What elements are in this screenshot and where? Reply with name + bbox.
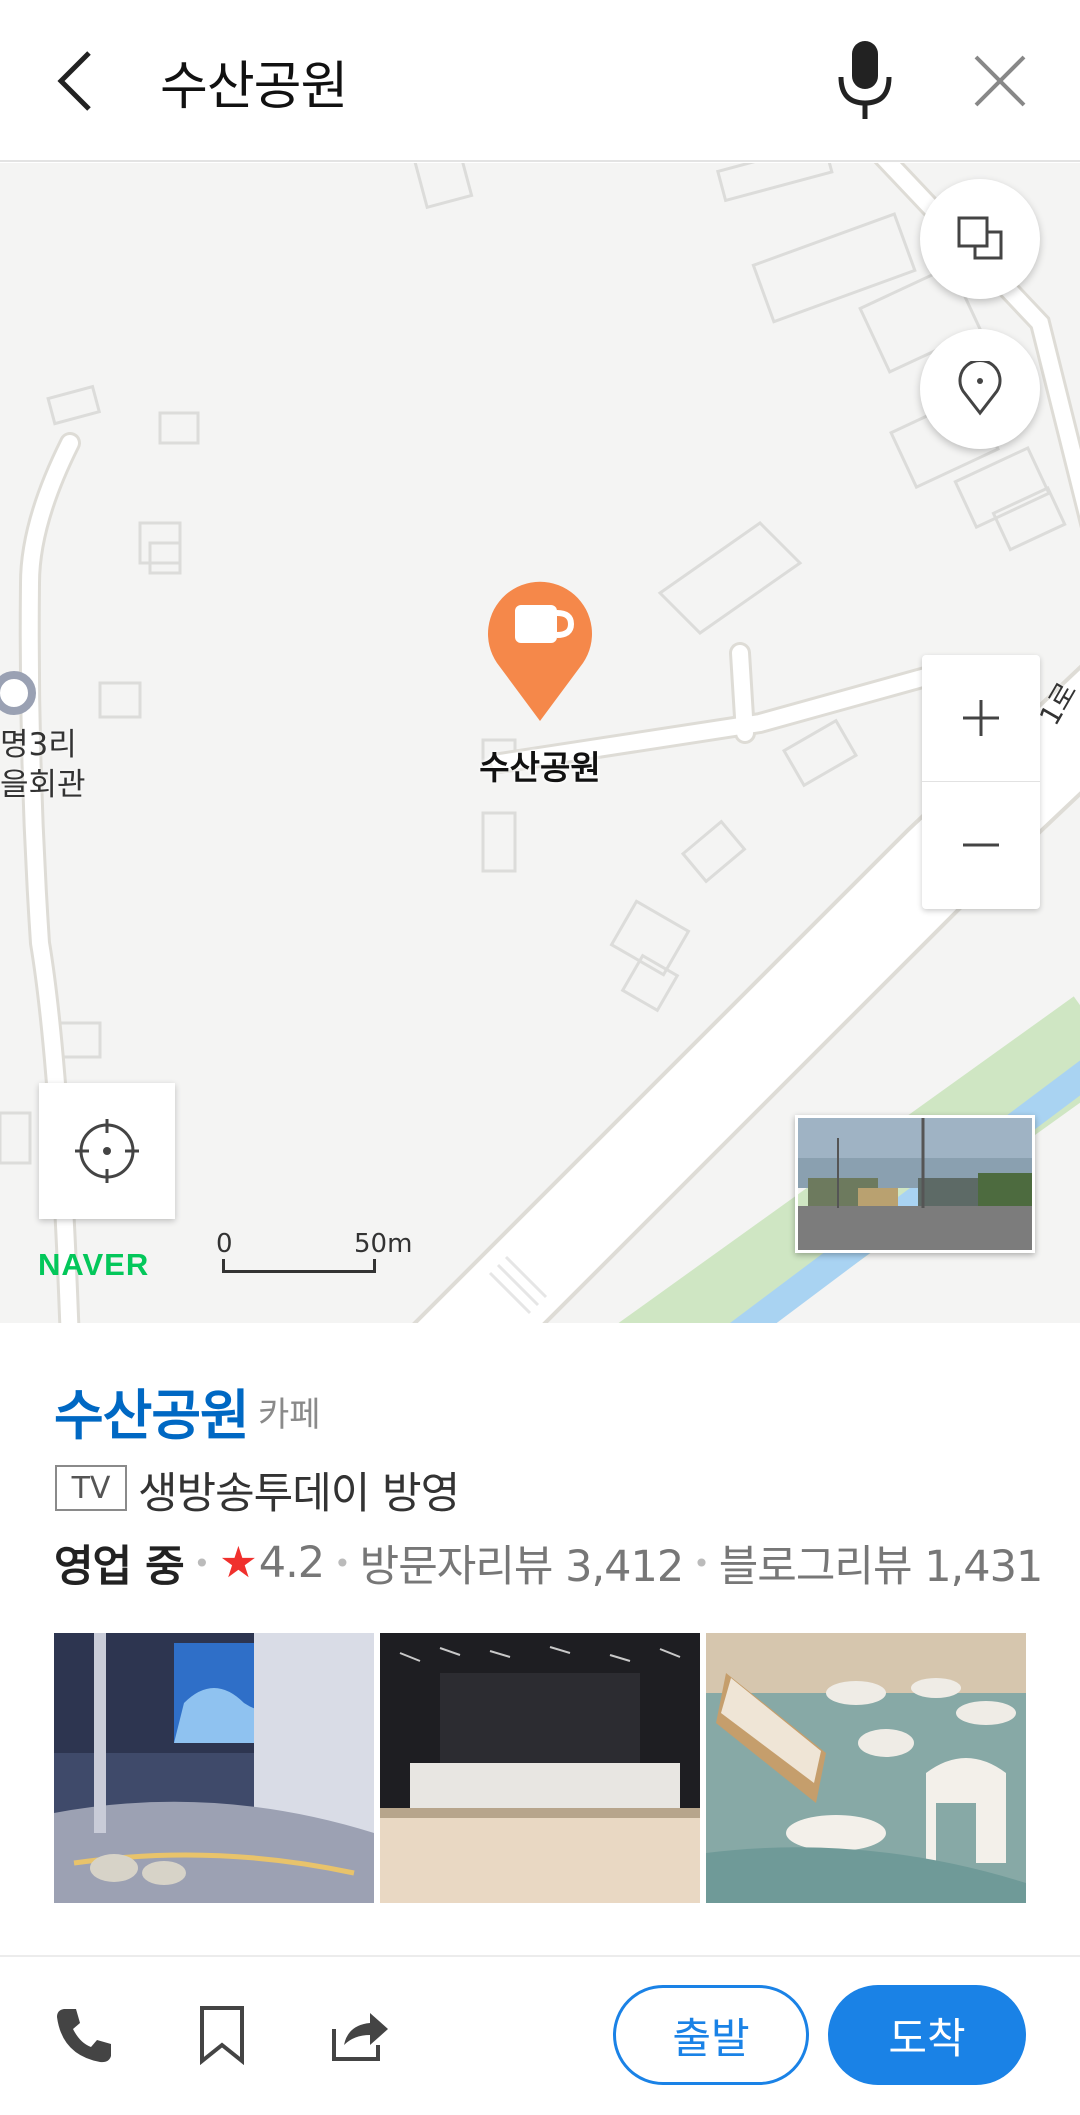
photo-interior-3 [706, 1633, 1026, 1903]
rating-value: 4.2 [258, 1538, 325, 1588]
map-scale: 0 50m [216, 1229, 412, 1279]
zoom-in-button[interactable] [922, 655, 1040, 781]
street-view-thumbnail[interactable] [795, 1115, 1035, 1253]
arrive-button[interactable]: 도착 [828, 1985, 1026, 2085]
place-photo[interactable] [54, 1633, 374, 1903]
crosshair-icon [75, 1119, 139, 1183]
star-icon: ★ [219, 1538, 258, 1588]
back-button[interactable] [40, 38, 110, 124]
search-query[interactable]: 수산공원 [160, 44, 348, 119]
separator-dot: • [334, 1546, 350, 1580]
place-photo[interactable] [380, 1633, 700, 1903]
marker-label: 수산공원 [479, 748, 601, 787]
close-icon [974, 55, 1026, 107]
street-view-image [798, 1118, 1032, 1250]
voice-search-button[interactable] [820, 36, 910, 126]
map-layers-button[interactable] [920, 179, 1040, 299]
poi-label-line1: 명3리 [0, 727, 77, 763]
photo-interior-1 [54, 1633, 374, 1903]
phone-icon [57, 2009, 111, 2063]
place-category: 카페 [258, 1395, 321, 1435]
visitor-reviews[interactable]: 방문자리뷰 3,412 [360, 1532, 685, 1594]
location-pin-icon [958, 361, 1002, 416]
minus-icon [963, 843, 999, 847]
separator-dot: • [693, 1546, 709, 1580]
place-marker[interactable] [483, 573, 597, 723]
action-bar: 출발 도착 [0, 1957, 1080, 2115]
chevron-left-icon [57, 51, 91, 111]
place-name[interactable]: 수산공원 [54, 1371, 250, 1450]
my-place-button[interactable] [920, 329, 1040, 449]
blog-reviews[interactable]: 블로그리뷰 1,431 [719, 1532, 1044, 1594]
microphone-icon [838, 41, 892, 119]
naver-logo: NAVER [38, 1247, 150, 1282]
share-icon [332, 2013, 388, 2061]
tv-appearance: 생방송투데이 방영 [138, 1469, 460, 1519]
share-button[interactable] [322, 1997, 398, 2073]
coffee-cup-icon [488, 581, 592, 721]
plus-icon [963, 700, 999, 736]
place-photo[interactable] [706, 1633, 1026, 1903]
call-button[interactable] [46, 1997, 122, 2073]
place-info-panel: 수산공원 카페 TV 생방송투데이 방영 영업 중 • ★ 4.2 • 방문자리… [0, 1325, 1080, 1957]
search-header: 수산공원 [0, 0, 1080, 162]
scale-max-label: 50m [354, 1229, 413, 1259]
scale-min-label: 0 [216, 1229, 233, 1259]
current-location-button[interactable] [39, 1083, 175, 1219]
business-status: 영업 중 [54, 1542, 185, 1592]
bookmark-icon [200, 2006, 244, 2065]
clear-search-button[interactable] [955, 36, 1045, 126]
save-button[interactable] [184, 1997, 260, 2073]
scale-bar [222, 1259, 376, 1273]
zoom-controls [922, 655, 1040, 909]
place-meta: 영업 중 • ★ 4.2 • 방문자리뷰 3,412 • 블로그리뷰 1,431 [54, 1532, 1044, 1594]
photo-strip [54, 1633, 1026, 1903]
separator-dot: • [193, 1546, 210, 1580]
tv-badge: TV [55, 1465, 127, 1511]
layers-icon [957, 216, 1003, 260]
poi-label-line2: 을회관 [0, 767, 86, 803]
depart-button[interactable]: 출발 [613, 1985, 809, 2085]
map-view[interactable]: 명3리 을회관 1로 수산공원 NAVER 0 50m [0, 163, 1080, 1323]
photo-interior-2 [380, 1633, 700, 1903]
zoom-out-button[interactable] [922, 782, 1040, 908]
